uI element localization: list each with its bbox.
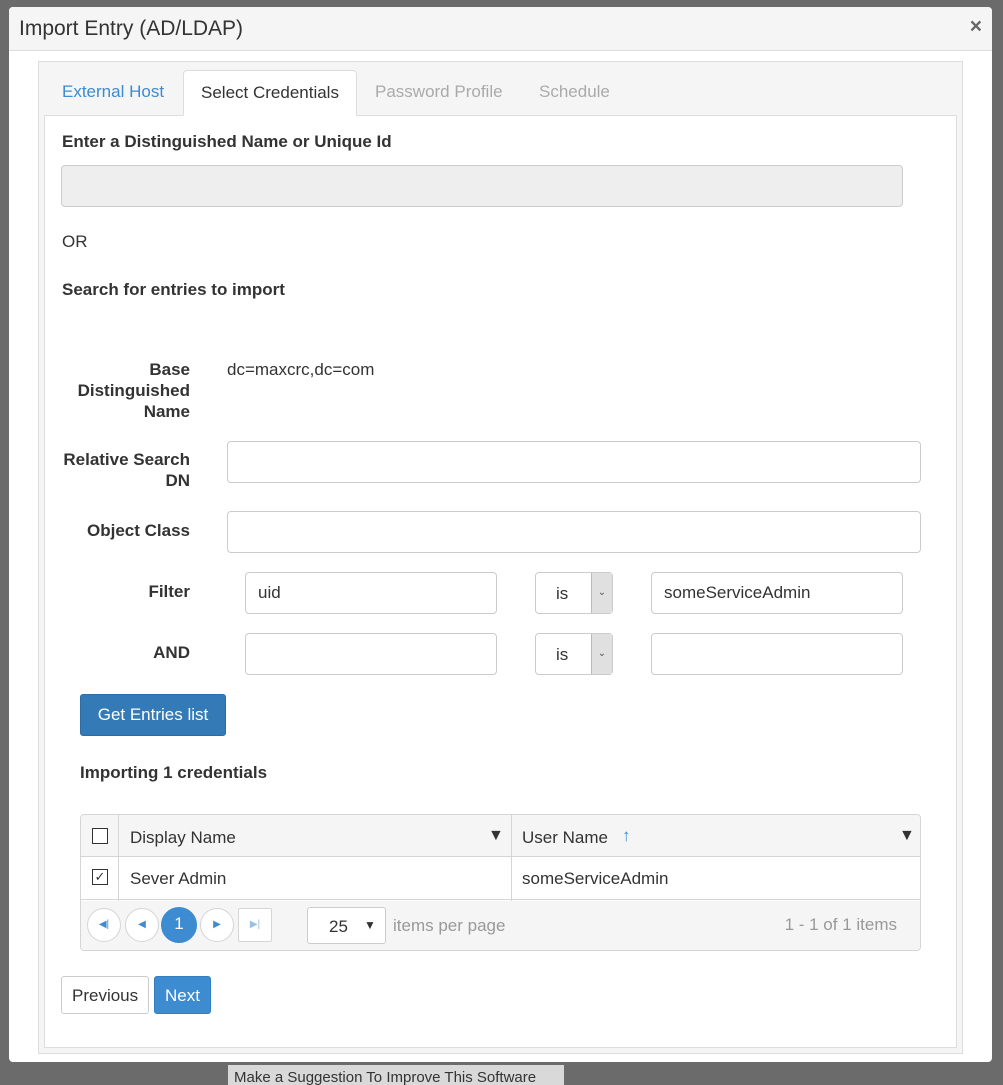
next-page-icon[interactable]: ▶ — [200, 908, 234, 942]
page-size-select[interactable]: 25 ▼ — [307, 907, 386, 944]
tab-password-profile: Password Profile — [375, 82, 503, 101]
relative-search-dn-input[interactable] — [227, 441, 921, 483]
or-text: OR — [62, 232, 88, 251]
filter-label: Filter — [148, 582, 190, 601]
caret-down-icon: ▼ — [364, 918, 376, 932]
tab-content: Enter a Distinguished Name or Unique Id … — [44, 115, 957, 1048]
page-1-button[interactable]: 1 — [161, 907, 197, 943]
row-checkbox[interactable]: ✓ — [92, 869, 108, 885]
and-value-input[interactable] — [651, 633, 903, 675]
last-page-icon[interactable]: ▶| — [238, 908, 272, 942]
and-operator-select[interactable]: is ⌄ — [535, 633, 613, 675]
column-header-display-name[interactable]: Display Name — [130, 828, 236, 848]
pager-summary: 1 - 1 of 1 items — [784, 915, 897, 934]
suggestion-link[interactable]: Make a Suggestion To Improve This Softwa… — [228, 1065, 564, 1085]
filter-icon[interactable]: ▼ — [488, 827, 504, 845]
filter-icon[interactable]: ▼ — [899, 827, 915, 845]
previous-button[interactable]: Previous — [61, 976, 150, 1014]
and-label: AND — [153, 643, 190, 662]
search-heading: Search for entries to import — [62, 280, 285, 299]
column-header-user-name[interactable]: User Name — [522, 828, 608, 848]
page-size-value: 25 — [329, 917, 348, 936]
items-per-page-label: items per page — [393, 916, 506, 935]
select-all-checkbox[interactable] — [92, 828, 108, 844]
import-entry-modal: Import Entry (AD/LDAP) × External Host S… — [9, 7, 992, 1062]
next-button[interactable]: Next — [154, 976, 211, 1014]
object-class-input[interactable] — [227, 511, 921, 553]
tab-schedule: Schedule — [539, 82, 610, 101]
filter-operator-value: is — [556, 584, 569, 603]
importing-count: Importing 1 credentials — [80, 763, 268, 782]
get-entries-button[interactable]: Get Entries list — [80, 694, 226, 736]
relative-search-dn-label: Relative Search DN — [63, 450, 190, 490]
cell-user-name: someServiceAdmin — [522, 869, 669, 888]
filter-operator-select[interactable]: is ⌄ — [535, 572, 613, 614]
modal-title: Import Entry (AD/LDAP) — [19, 17, 244, 40]
and-operator-value: is — [556, 645, 569, 664]
close-icon[interactable]: × — [970, 15, 982, 39]
credentials-grid: Display Name ▼ User Name ↑ ▼ ✓ Sever Adm… — [80, 814, 921, 951]
base-dn-label: Base Distinguished Name — [77, 360, 190, 421]
filter-value-input[interactable]: someServiceAdmin — [651, 572, 903, 614]
tab-select-credentials[interactable]: Select Credentials — [183, 70, 357, 116]
base-dn-value: dc=maxcrc,dc=com — [227, 360, 375, 379]
cell-display-name: Sever Admin — [130, 869, 227, 888]
tab-external-host[interactable]: External Host — [45, 70, 181, 116]
wizard-panel: External Host Select Credentials Passwor… — [38, 61, 963, 1054]
filter-attribute-input[interactable]: uid — [245, 572, 497, 614]
object-class-label: Object Class — [87, 521, 190, 540]
dn-heading: Enter a Distinguished Name or Unique Id — [62, 132, 392, 151]
and-attribute-input[interactable] — [245, 633, 497, 675]
previous-page-icon[interactable]: ◀ — [125, 908, 159, 942]
dn-input[interactable] — [61, 165, 903, 207]
sort-ascending-icon: ↑ — [622, 826, 631, 845]
first-page-icon[interactable]: ◀| — [87, 908, 121, 942]
modal-header: Import Entry (AD/LDAP) × — [9, 7, 992, 51]
chevron-down-icon: ⌄ — [591, 634, 612, 674]
chevron-down-icon: ⌄ — [591, 573, 612, 613]
